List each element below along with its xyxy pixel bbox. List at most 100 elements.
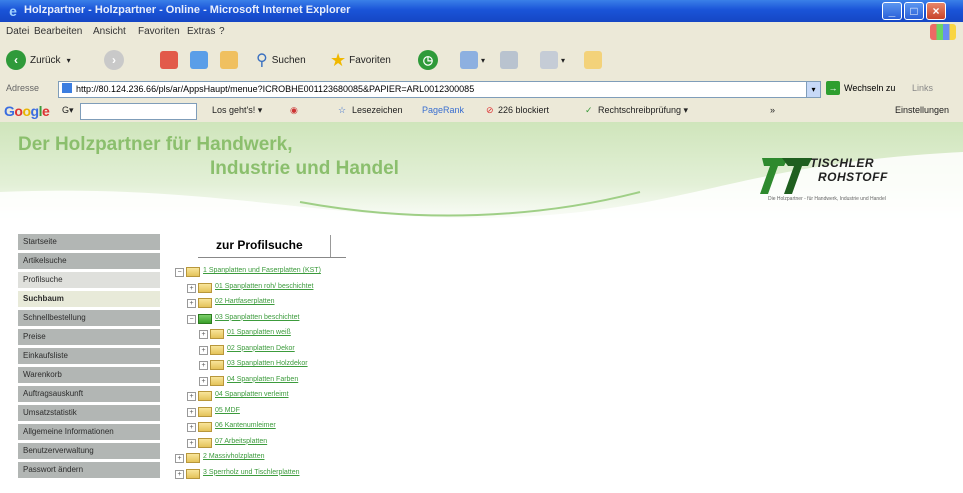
menu-view[interactable]: Ansicht	[93, 26, 126, 37]
expand-icon[interactable]: +	[187, 423, 196, 432]
tree-node-label[interactable]: 3 Sperrholz und Tischlerplatten	[203, 469, 300, 476]
expand-icon[interactable]: +	[199, 376, 208, 386]
tree-node-label[interactable]: 04 Spanplatten Farben	[227, 376, 298, 383]
tree-node-label[interactable]: 02 Hartfaserplatten	[215, 298, 275, 305]
edit-button[interactable]: ▾	[540, 48, 565, 72]
back-label: Zurück	[30, 54, 61, 66]
sidebar-item[interactable]: Allgemeine Informationen	[18, 424, 160, 440]
google-search-button[interactable]: Los geht's! ▾	[212, 105, 262, 116]
folder-button[interactable]	[584, 48, 602, 72]
maximize-button[interactable]: □	[904, 2, 924, 20]
folder-icon	[198, 406, 212, 417]
expand-icon[interactable]: +	[199, 361, 208, 370]
address-dropdown-button[interactable]: ▾	[806, 81, 821, 98]
search-button[interactable]: ⚲ Suchen	[256, 48, 306, 72]
header-banner: Der Holzpartner für Handwerk, Industrie …	[0, 122, 963, 226]
folder-icon	[198, 391, 212, 401]
standard-toolbar: ‹ Zurück ▾ › ⚲ Suchen ★ Favoriten ◷ ▾ ▾	[0, 42, 963, 79]
popup-blocker-icon: ⊘	[486, 105, 494, 115]
address-input[interactable]: http://80.124.236.66/pls/ar/AppsHaupt/me…	[58, 81, 808, 98]
refresh-button[interactable]	[190, 48, 208, 72]
tree-node-label[interactable]: 03 Spanplatten Holzdekor	[227, 360, 308, 367]
stop-button[interactable]	[160, 48, 178, 72]
tree-node-label[interactable]: 01 Spanplatten roh/ beschichtet	[215, 283, 313, 290]
tree-node-label[interactable]: 07 Arbeitsplatten	[215, 438, 267, 445]
spellcheck-button[interactable]: Rechtschreibprüfung ▾	[598, 105, 688, 116]
expand-icon[interactable]: +	[175, 469, 184, 479]
tree-node-label[interactable]: 04 Spanplatten verleimt	[215, 391, 289, 398]
menu-help[interactable]: ?	[219, 26, 225, 37]
google-toolbar: Google G▾ Los geht's! ▾ ◉ ☆ Lesezeichen …	[0, 100, 963, 123]
home-icon	[220, 51, 238, 69]
tree-node-label[interactable]: 01 Spanplatten weiß	[227, 329, 291, 336]
tree-node-label[interactable]: 02 Spanplatten Dekor	[227, 345, 295, 352]
minimize-button[interactable]: _	[882, 2, 902, 20]
logo-text-rohstoff: ROHSTOFF	[818, 170, 888, 184]
menu-bar: Datei Bearbeiten Ansicht Favoriten Extra…	[0, 22, 963, 43]
menu-file[interactable]: Datei	[6, 26, 29, 37]
google-logo[interactable]: Google	[4, 103, 50, 119]
sidebar-item[interactable]: Warenkorb	[18, 367, 160, 383]
sidebar-item[interactable]: Passwort ändern	[18, 462, 160, 478]
sidebar-item[interactable]: Artikelsuche	[18, 253, 160, 269]
history-button[interactable]: ◷	[418, 48, 438, 72]
bookmarks-button[interactable]: Lesezeichen	[352, 105, 403, 115]
expand-icon[interactable]: +	[199, 345, 208, 355]
page-content: Der Holzpartner für Handwerk, Industrie …	[0, 122, 963, 493]
tree-node-label[interactable]: 06 Kantenumleimer	[215, 422, 276, 429]
expand-icon[interactable]: +	[187, 438, 196, 448]
expand-icon[interactable]: +	[187, 407, 196, 417]
collapse-icon[interactable]: −	[175, 268, 184, 277]
mail-icon	[460, 51, 478, 69]
google-settings-button[interactable]: Einstellungen	[895, 105, 949, 115]
history-icon: ◷	[418, 50, 438, 70]
google-g-menu[interactable]: G▾	[62, 105, 74, 116]
logo-tagline: Die Holzpartner - für Handwerk, Industri…	[768, 196, 886, 202]
expand-icon[interactable]: +	[187, 299, 196, 308]
folder-icon	[210, 375, 224, 386]
expand-icon[interactable]: +	[199, 330, 208, 339]
sidebar-item[interactable]: Suchbaum	[18, 291, 160, 307]
folder-icon	[210, 344, 224, 355]
expand-icon[interactable]: +	[187, 392, 196, 401]
refresh-icon	[190, 51, 208, 69]
collapse-icon[interactable]: −	[187, 314, 196, 324]
pagerank-label: PageRank	[422, 105, 465, 115]
sidebar-item[interactable]: Umsatzstatistik	[18, 405, 160, 421]
sidebar-item[interactable]: Startseite	[18, 234, 160, 250]
expand-icon[interactable]: +	[187, 283, 196, 293]
sidebar-item[interactable]: Schnellbestellung	[18, 310, 160, 326]
home-button[interactable]	[220, 48, 238, 72]
menu-edit[interactable]: Bearbeiten	[34, 26, 82, 37]
links-button[interactable]: Links	[912, 83, 933, 93]
favorites-button[interactable]: ★ Favoriten	[330, 48, 391, 72]
close-button[interactable]: ×	[926, 2, 946, 20]
logo-mark-icon	[760, 158, 812, 194]
sidebar-item[interactable]: Profilsuche	[18, 272, 160, 288]
menu-favorites[interactable]: Favoriten	[138, 26, 180, 37]
banner-headline-1: Der Holzpartner für Handwerk,	[18, 134, 293, 155]
expand-icon[interactable]: +	[175, 454, 184, 463]
sidebar-item[interactable]: Benutzerverwaltung	[18, 443, 160, 459]
tree-node-label[interactable]: 03 Spanplatten beschichtet	[215, 314, 299, 321]
mail-button[interactable]: ▾	[460, 48, 485, 72]
tree-node-label[interactable]: 05 MDF	[215, 407, 240, 414]
tree-node-label[interactable]: 2 Massivholzplatten	[203, 453, 264, 460]
popup-blocker-button[interactable]: 226 blockiert	[498, 105, 549, 115]
sidebar-item[interactable]: Auftragsauskunft	[18, 386, 160, 402]
tree-node-label[interactable]: 1 Spanplatten und Faserplatten (KST)	[203, 267, 321, 274]
folder-icon	[210, 329, 224, 339]
go-arrow-icon[interactable]: →	[826, 81, 840, 95]
google-search-input[interactable]	[80, 103, 197, 120]
go-button[interactable]: Wechseln zu	[844, 83, 895, 93]
sidebar-item[interactable]: Preise	[18, 329, 160, 345]
sidebar-item[interactable]: Einkaufsliste	[18, 348, 160, 364]
forward-button[interactable]: ›	[104, 48, 124, 72]
more-chevron-icon[interactable]: »	[770, 105, 775, 115]
print-button[interactable]	[500, 48, 518, 72]
menu-tools[interactable]: Extras	[187, 26, 215, 37]
pagerank-icon: ◉	[290, 105, 298, 115]
tischler-rohstoff-logo: TISCHLER ROHSTOFF Die Holzpartner - für …	[758, 150, 943, 204]
tab-profilsuche[interactable]: zur Profilsuche	[198, 235, 346, 258]
back-button[interactable]: ‹ Zurück ▾	[6, 48, 71, 72]
